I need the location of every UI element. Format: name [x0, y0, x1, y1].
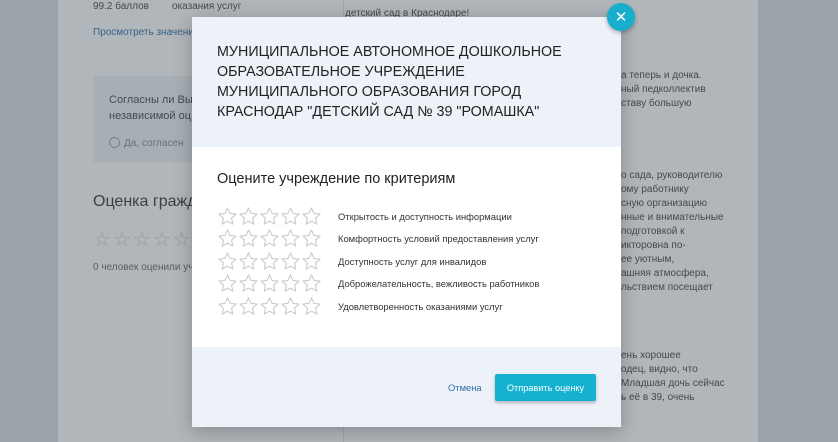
- star-outline-icon[interactable]: [217, 251, 238, 272]
- star-outline-icon[interactable]: [301, 251, 322, 272]
- criterion-row: Удовлетворенность оказаниями услуг: [217, 295, 596, 318]
- star-outline-icon[interactable]: [280, 296, 301, 317]
- criterion-label: Удовлетворенность оказаниями услуг: [338, 300, 503, 312]
- star-outline-icon[interactable]: [259, 251, 280, 272]
- star-outline-icon[interactable]: [280, 206, 301, 227]
- star-rating-input[interactable]: [217, 251, 337, 272]
- rating-modal: МУНИЦИПАЛЬНОЕ АВТОНОМНОЕ ДОШКОЛЬНОЕ ОБРА…: [192, 17, 621, 427]
- star-outline-icon[interactable]: [238, 296, 259, 317]
- cancel-button[interactable]: Отмена: [448, 382, 482, 393]
- close-icon[interactable]: ✕: [607, 3, 635, 31]
- criterion-row: Доступность услуг для инвалидов: [217, 250, 596, 273]
- star-outline-icon[interactable]: [301, 206, 322, 227]
- star-outline-icon[interactable]: [301, 228, 322, 249]
- criteria-list: Открытость и доступность информации Комфо…: [217, 205, 596, 318]
- criterion-row: Открытость и доступность информации: [217, 205, 596, 228]
- star-outline-icon[interactable]: [217, 296, 238, 317]
- star-outline-icon[interactable]: [259, 228, 280, 249]
- star-outline-icon[interactable]: [280, 273, 301, 294]
- star-outline-icon[interactable]: [217, 228, 238, 249]
- star-outline-icon[interactable]: [280, 228, 301, 249]
- criterion-label: Открытость и доступность информации: [338, 210, 512, 222]
- star-outline-icon[interactable]: [259, 206, 280, 227]
- star-rating-input[interactable]: [217, 273, 337, 294]
- criteria-heading: Оцените учреждение по критериям: [217, 171, 456, 187]
- institution-title: МУНИЦИПАЛЬНОЕ АВТОНОМНОЕ ДОШКОЛЬНОЕ ОБРА…: [217, 44, 562, 120]
- star-outline-icon[interactable]: [238, 206, 259, 227]
- star-rating-input[interactable]: [217, 296, 337, 317]
- criterion-label: Доброжелательность, вежливость работнико…: [338, 278, 540, 290]
- star-outline-icon[interactable]: [238, 251, 259, 272]
- star-outline-icon[interactable]: [238, 273, 259, 294]
- star-outline-icon[interactable]: [259, 296, 280, 317]
- modal-footer: Отмена Отправить оценку: [192, 347, 621, 427]
- star-outline-icon[interactable]: [301, 273, 322, 294]
- criterion-label: Доступность услуг для инвалидов: [338, 255, 487, 267]
- criterion-label: Комфортность условий предоставления услу…: [338, 233, 539, 245]
- star-outline-icon[interactable]: [301, 296, 322, 317]
- submit-rating-button[interactable]: Отправить оценку: [495, 374, 596, 401]
- modal-header: МУНИЦИПАЛЬНОЕ АВТОНОМНОЕ ДОШКОЛЬНОЕ ОБРА…: [192, 17, 621, 147]
- criterion-row: Комфортность условий предоставления услу…: [217, 228, 596, 251]
- star-outline-icon[interactable]: [217, 206, 238, 227]
- star-rating-input[interactable]: [217, 228, 337, 249]
- criterion-row: Доброжелательность, вежливость работнико…: [217, 273, 596, 296]
- star-rating-input[interactable]: [217, 206, 337, 227]
- star-outline-icon[interactable]: [217, 273, 238, 294]
- star-outline-icon[interactable]: [238, 228, 259, 249]
- star-outline-icon[interactable]: [259, 273, 280, 294]
- star-outline-icon[interactable]: [280, 251, 301, 272]
- modal-body: Оцените учреждение по критериям Открытос…: [192, 147, 621, 347]
